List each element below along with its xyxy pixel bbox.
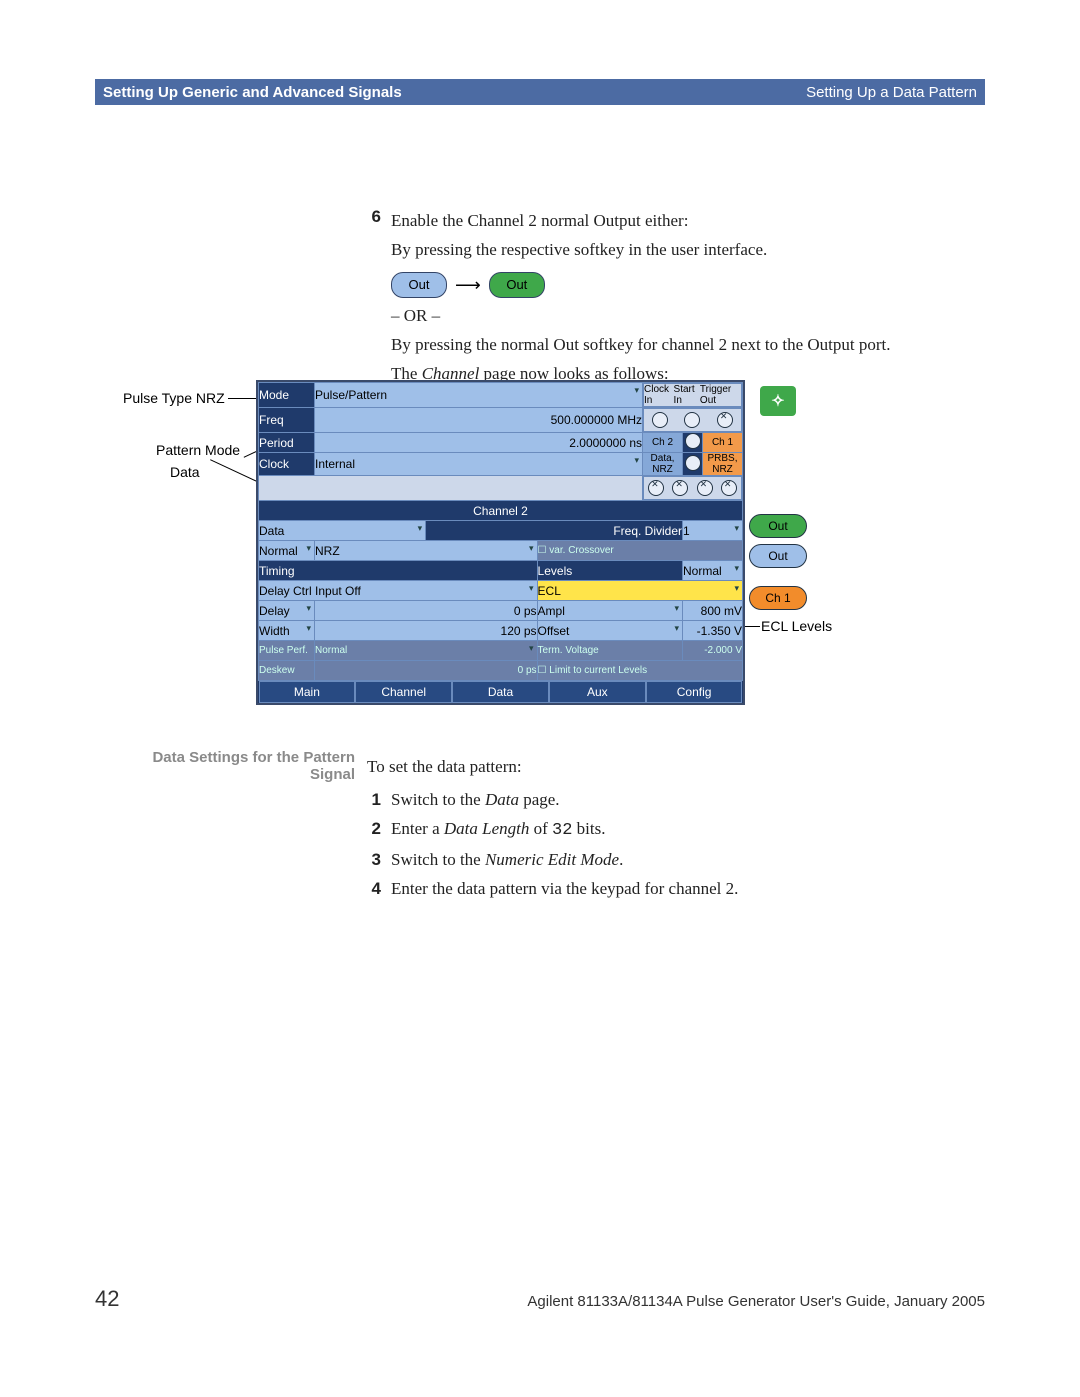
io-row-bottom — [643, 476, 742, 500]
step-6: 6 Enable the Channel 2 normal Output eit… — [367, 205, 955, 390]
ch1-mode[interactable]: PRBS, NRZ — [703, 453, 743, 476]
freqdiv-value[interactable]: 1 — [683, 521, 743, 541]
deskew-label: Deskew — [259, 661, 315, 681]
period-label: Period — [259, 433, 315, 453]
step-number: 6 — [367, 205, 381, 390]
page-footer: 42 Agilent 81133A/81134A Pulse Generator… — [95, 1286, 985, 1312]
delayctrl-dropdown[interactable]: Delay Ctrl Input Off — [259, 581, 538, 601]
ampl-value[interactable]: 800 mV — [683, 601, 743, 621]
triggerout-port — [717, 412, 733, 428]
mode-label: Mode — [259, 383, 315, 408]
ecl-dropdown[interactable]: ECL — [537, 581, 742, 601]
header-left: Setting Up Generic and Advanced Signals — [103, 84, 402, 101]
out-bar-button[interactable]: Out — [749, 544, 807, 568]
data-pattern-steps: To set the data pattern: 1 Switch to the… — [367, 749, 955, 903]
ch2-mode[interactable]: Data, NRZ — [643, 453, 683, 476]
offset-value[interactable]: -1.350 V — [683, 621, 743, 641]
tab-channel[interactable]: Channel — [355, 681, 452, 703]
io-row-ports — [643, 408, 742, 432]
out-button[interactable]: Out — [749, 514, 807, 538]
callout-ecl: ECL Levels — [761, 618, 832, 634]
width-value[interactable]: 120 ps — [315, 621, 538, 641]
io-row-top: Clock In Start In Trigger Out — [643, 383, 742, 407]
side-buttons: ✧ Out Out Ch 1 — [743, 380, 813, 610]
ch1-side-button[interactable]: Ch 1 — [749, 586, 807, 610]
callout-data: Data — [170, 464, 200, 480]
deskew-value[interactable]: 0 ps — [315, 661, 538, 681]
mode-dropdown[interactable]: Pulse/Pattern — [315, 383, 643, 408]
instrument-logo-icon: ✧ — [760, 386, 796, 416]
delay-label[interactable]: Delay — [259, 601, 315, 621]
page-number: 42 — [95, 1286, 119, 1312]
nrz-dropdown[interactable]: NRZ — [315, 541, 538, 561]
levels-label: Levels — [537, 561, 682, 581]
arrow-right-icon: ⟶ — [455, 272, 481, 298]
ampl-label[interactable]: Ampl — [537, 601, 682, 621]
tab-data[interactable]: Data — [452, 681, 549, 703]
ch2-port — [685, 433, 701, 449]
side-heading: Data Settings for the Pattern Signal — [110, 749, 355, 783]
softkey-tabs: Main Channel Data Aux Config — [259, 681, 743, 703]
step6-line1: Enable the Channel 2 normal Output eithe… — [391, 209, 891, 234]
out-pill-off: Out — [391, 272, 447, 298]
termv-label: Term. Voltage — [537, 641, 682, 661]
normal-dropdown[interactable]: Normal — [259, 541, 315, 561]
timing-label: Timing — [259, 561, 538, 581]
termv-value[interactable]: -2.000 V — [683, 641, 743, 661]
freq-value[interactable]: 500.000000 MHz — [315, 408, 643, 433]
section-channel2: Channel 2 — [259, 501, 743, 521]
book-title: Agilent 81133A/81134A Pulse Generator Us… — [527, 1293, 985, 1310]
step6-or: – OR – — [391, 304, 891, 329]
ch1-btn[interactable]: Ch 1 — [703, 433, 743, 453]
ch1-port — [685, 455, 701, 471]
clockin-port — [652, 412, 668, 428]
clock-dropdown[interactable]: Internal — [315, 453, 643, 476]
startin-port — [684, 412, 700, 428]
pulseperf-label: Pulse Perf. — [259, 641, 315, 661]
device-screen: Mode Pulse/Pattern Clock In Start In Tri… — [256, 380, 745, 705]
out-pill-on: Out — [489, 272, 545, 298]
var-crossover[interactable]: ☐ var. Crossover — [537, 541, 742, 561]
callout-pattern-mode: Pattern Mode — [156, 442, 240, 458]
limit-check[interactable]: ☐ Limit to current Levels — [537, 661, 742, 681]
tab-main[interactable]: Main — [259, 681, 356, 703]
width-label[interactable]: Width — [259, 621, 315, 641]
period-value[interactable]: 2.0000000 ns — [315, 433, 643, 453]
offset-label[interactable]: Offset — [537, 621, 682, 641]
out-toggle-illustration: Out ⟶ Out — [391, 272, 891, 298]
data-dropdown[interactable]: Data — [259, 521, 426, 541]
pulseperf-value[interactable]: Normal — [315, 641, 538, 661]
callout-pulse-type: Pulse Type NRZ — [123, 390, 225, 406]
page-header: Setting Up Generic and Advanced Signals … — [95, 79, 985, 105]
tab-aux[interactable]: Aux — [549, 681, 646, 703]
step6-line2: By pressing the respective softkey in th… — [391, 238, 891, 263]
step6-line3: By pressing the normal Out softkey for c… — [391, 333, 891, 358]
delay-value[interactable]: 0 ps — [315, 601, 538, 621]
clock-label: Clock — [259, 453, 315, 476]
freqdiv-label: Freq. Divider — [426, 521, 683, 541]
steps2-s4: Enter the data pattern via the keypad fo… — [391, 875, 738, 904]
freq-label: Freq — [259, 408, 315, 433]
levels-normal-dropdown[interactable]: Normal — [683, 561, 743, 581]
steps2-intro: To set the data pattern: — [367, 753, 955, 782]
tab-config[interactable]: Config — [646, 681, 743, 703]
header-right: Setting Up a Data Pattern — [806, 84, 977, 101]
ch2-btn[interactable]: Ch 2 — [643, 433, 683, 453]
